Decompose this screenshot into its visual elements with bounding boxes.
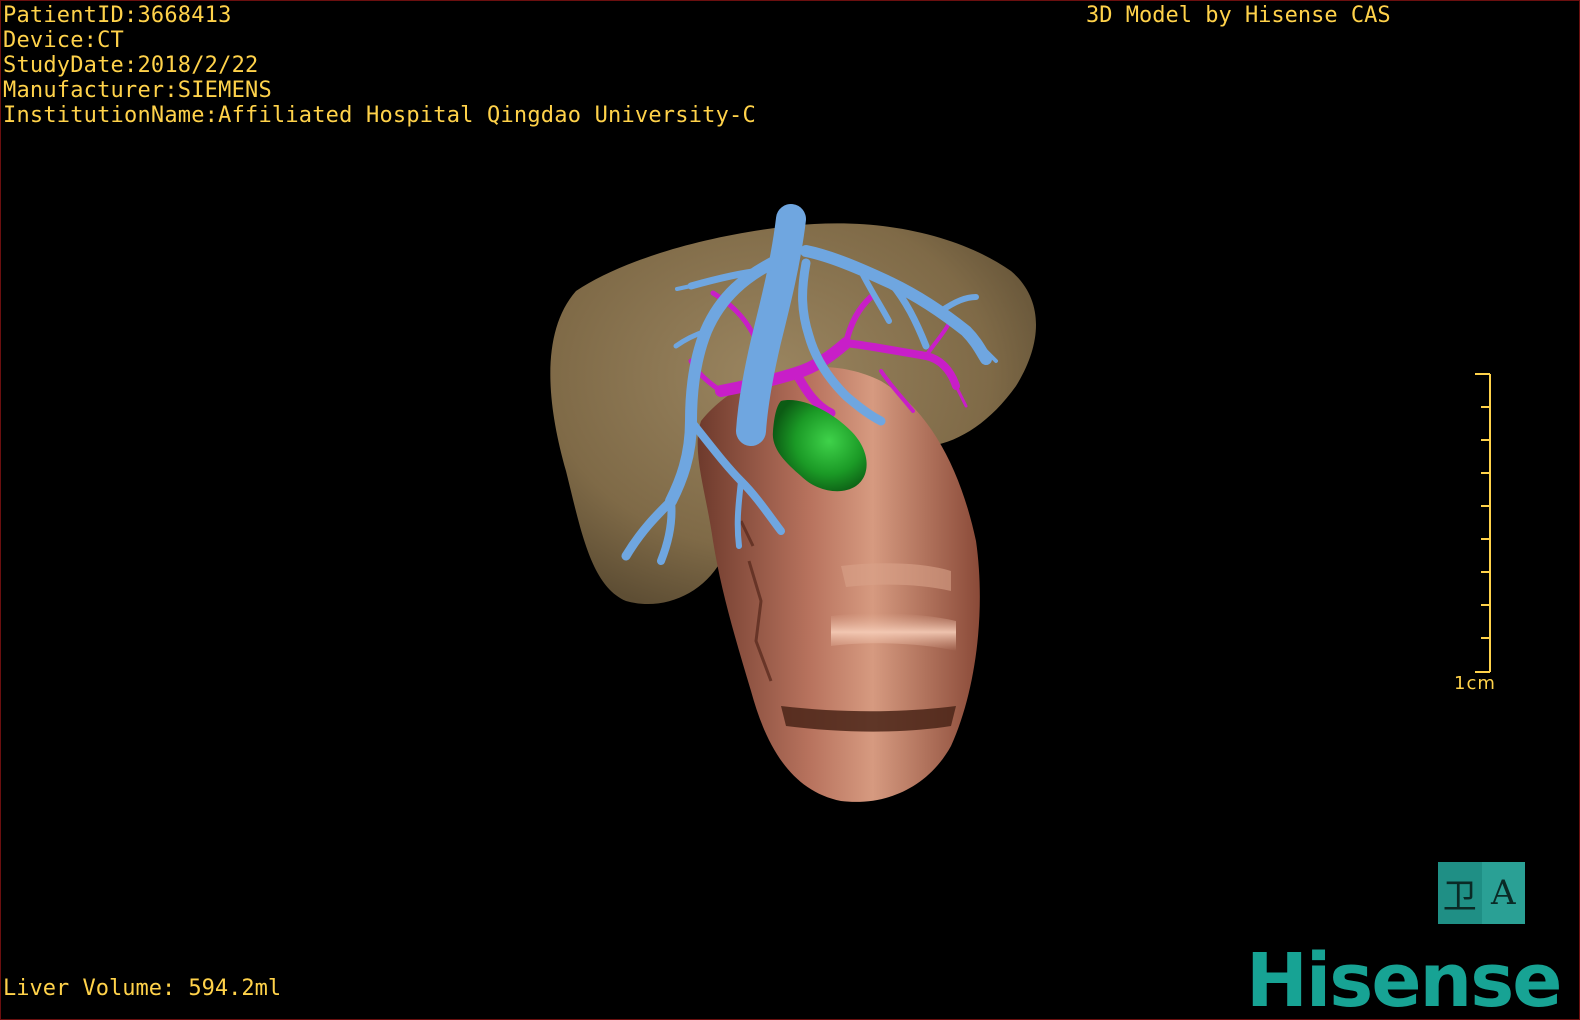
study-date: StudyDate:2018/2/22	[3, 53, 259, 78]
model-watermark: 3D Model by Hisense CAS	[1086, 3, 1391, 28]
render-viewport[interactable]: PatientID:3668413 Device:CT StudyDate:20…	[0, 0, 1580, 1020]
scale-bar-label: 1cm	[1454, 673, 1496, 694]
device: Device:CT	[3, 28, 125, 53]
orientation-left-icon: 卫	[1442, 876, 1477, 917]
hisense-logo: Hisense	[1246, 938, 1562, 1020]
liver-3d-model[interactable]	[1, 1, 1579, 1019]
orientation-marker[interactable]: 卫 A	[1438, 862, 1525, 924]
manufacturer: Manufacturer:SIEMENS	[3, 78, 272, 103]
orientation-anterior-icon: A	[1481, 862, 1525, 924]
scale-bar	[1475, 373, 1491, 673]
institution-name: InstitutionName:Affiliated Hospital Qing…	[3, 103, 756, 128]
dicom-info-overlay: PatientID:3668413 Device:CT StudyDate:20…	[3, 3, 756, 128]
liver-volume: Liver Volume: 594.2ml	[3, 976, 282, 1001]
patient-id: PatientID:3668413	[3, 3, 232, 28]
